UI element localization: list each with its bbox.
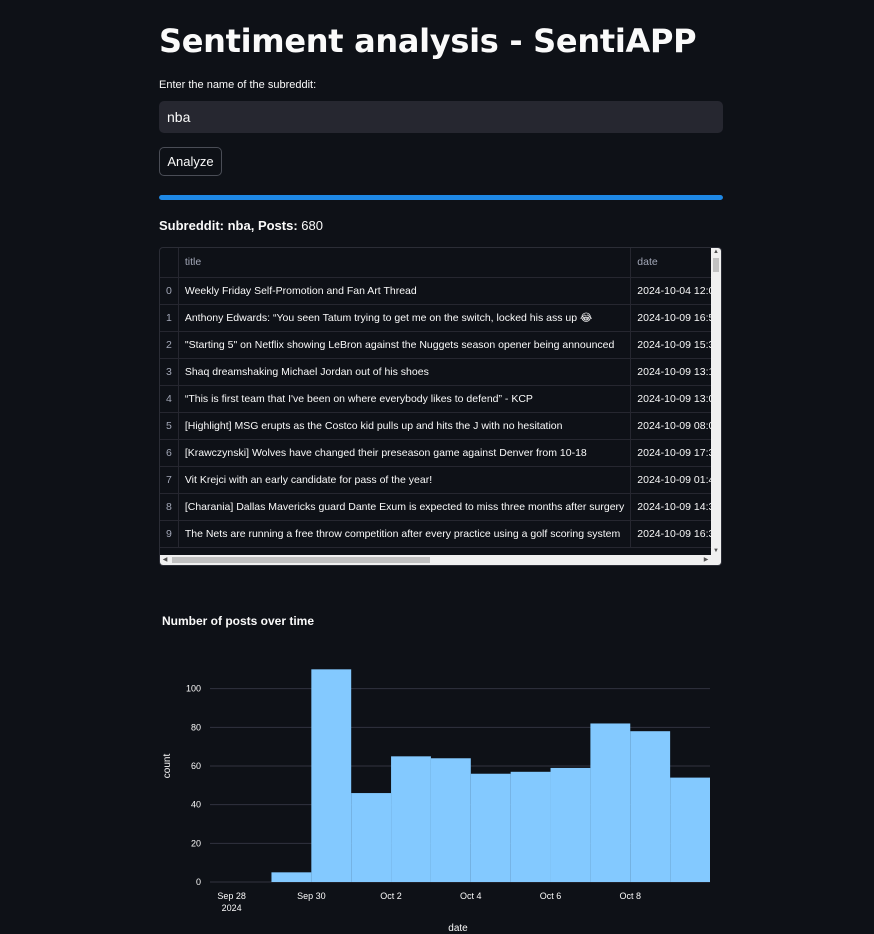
histogram-bar — [311, 669, 352, 882]
row-index-cell[interactable]: 3 — [160, 358, 179, 386]
table-row[interactable]: 8 [Charania] Dallas Mavericks guard Dante… — [160, 493, 721, 521]
date-cell[interactable]: 2024-10-09 13:01:55 — [630, 385, 721, 413]
histogram-bar — [430, 758, 471, 882]
result-summary-prefix: Subreddit: nba, Posts: — [159, 218, 302, 233]
date-cell[interactable]: 2024-10-09 01:47:36 — [630, 466, 721, 494]
table-row[interactable]: 0 Weekly Friday Self-Promotion and Fan Ar… — [160, 277, 721, 305]
row-index-cell[interactable]: 4 — [160, 385, 179, 413]
histogram-bar — [550, 767, 591, 882]
histogram-bar — [590, 723, 631, 882]
table-header-row: title date — [160, 248, 721, 278]
scroll-down-arrow-icon[interactable]: ▼ — [711, 547, 721, 555]
row-index-cell[interactable]: 8 — [160, 493, 179, 521]
date-cell[interactable]: 2024-10-09 08:08:34 — [630, 412, 721, 440]
x-axis-title: date — [448, 923, 468, 934]
table-row[interactable]: 6 [Krawczynski] Wolves have changed their… — [160, 439, 721, 467]
table-vertical-scrollbar[interactable]: ▲ ▼ — [711, 248, 721, 555]
scroll-left-arrow-icon[interactable]: ◀ — [160, 555, 170, 565]
post-count: 680 — [301, 218, 323, 233]
scroll-right-arrow-icon[interactable]: ▶ — [701, 555, 711, 565]
title-cell[interactable]: [Highlight] MSG erupts as the Costco kid… — [178, 412, 632, 440]
date-cell[interactable]: 2024-10-09 16:50:08 — [630, 304, 721, 332]
column-header-date[interactable]: date — [630, 248, 721, 278]
analyze-button[interactable]: Analyze — [159, 147, 222, 176]
date-cell[interactable]: 2024-10-09 15:31:10 — [630, 331, 721, 359]
table-row[interactable]: 3 Shaq dreamshaking Michael Jordan out of… — [160, 358, 721, 386]
row-index-cell[interactable]: 9 — [160, 520, 179, 548]
row-index-cell[interactable]: 6 — [160, 439, 179, 467]
date-cell[interactable]: 2024-10-09 16:39:43 — [630, 520, 721, 548]
title-cell[interactable]: “This is first team that I've been on wh… — [178, 385, 632, 413]
y-tick-label: 60 — [191, 761, 201, 771]
histogram-bar — [391, 756, 431, 882]
title-cell[interactable]: Shaq dreamshaking Michael Jordan out of … — [178, 358, 632, 386]
row-index-cell[interactable]: 1 — [160, 304, 179, 332]
row-index-cell[interactable]: 0 — [160, 277, 179, 305]
x-tick-label: Oct 4 — [460, 891, 482, 901]
posts-table[interactable]: title date 0 Weekly Friday Self-Promotion… — [159, 247, 722, 566]
subreddit-input-label: Enter the name of the subreddit: — [159, 79, 317, 91]
table-row[interactable]: 7 Vit Krejci with an early candidate for … — [160, 466, 721, 494]
scroll-up-arrow-icon[interactable]: ▲ — [711, 248, 721, 256]
progress-bar-fill — [159, 195, 723, 200]
subreddit-input[interactable]: nba — [159, 101, 723, 133]
y-tick-label: 40 — [191, 800, 201, 810]
subreddit-input-value: nba — [167, 109, 191, 125]
horizontal-scroll-thumb[interactable] — [172, 557, 430, 563]
x-tick-label: Sep 28 — [217, 891, 246, 901]
date-cell[interactable]: 2024-10-04 12:00:16 — [630, 277, 721, 305]
progress-bar — [159, 195, 723, 200]
title-cell[interactable]: Weekly Friday Self-Promotion and Fan Art… — [178, 277, 632, 305]
result-summary: Subreddit: nba, Posts: 680 — [159, 218, 323, 233]
table-row[interactable]: 2 "Starting 5" on Netflix showing LeBron … — [160, 331, 721, 359]
title-cell[interactable]: The Nets are running a free throw compet… — [178, 520, 632, 548]
date-cell[interactable]: 2024-10-09 13:17:14 — [630, 358, 721, 386]
x-tick-label: Sep 30 — [297, 891, 326, 901]
x-tick-year-label: 2024 — [222, 903, 242, 913]
title-cell[interactable]: "Starting 5" on Netflix showing LeBron a… — [178, 331, 632, 359]
vertical-scroll-thumb[interactable] — [713, 258, 719, 272]
date-cell[interactable]: 2024-10-09 17:30:55 — [630, 439, 721, 467]
title-cell[interactable]: [Krawczynski] Wolves have changed their … — [178, 439, 632, 467]
y-axis-title: count — [162, 754, 173, 779]
table-row[interactable]: 1 Anthony Edwards: “You seen Tatum trying… — [160, 304, 721, 332]
table-row[interactable]: 5 [Highlight] MSG erupts as the Costco ki… — [160, 412, 721, 440]
row-index-cell[interactable]: 2 — [160, 331, 179, 359]
histogram-bar — [670, 777, 710, 882]
chart-title: Number of posts over time — [162, 614, 315, 628]
title-cell[interactable]: [Charania] Dallas Mavericks guard Dante … — [178, 493, 632, 521]
table-horizontal-scrollbar[interactable]: ◀ ▶ — [160, 555, 721, 565]
x-tick-label: Oct 6 — [540, 891, 562, 901]
table-row[interactable]: 9 The Nets are running a free throw compe… — [160, 520, 721, 548]
date-cell[interactable]: 2024-10-09 14:39:15 — [630, 493, 721, 521]
row-index-cell[interactable]: 5 — [160, 412, 179, 440]
y-tick-label: 20 — [191, 838, 201, 848]
histogram-bar — [470, 773, 511, 882]
y-tick-label: 0 — [196, 877, 201, 887]
y-tick-label: 80 — [191, 722, 201, 732]
x-tick-label: Oct 2 — [380, 891, 402, 901]
histogram-bar — [510, 771, 551, 882]
y-tick-label: 100 — [186, 684, 201, 694]
title-cell[interactable]: Anthony Edwards: “You seen Tatum trying … — [178, 304, 632, 332]
x-tick-label: Oct 8 — [620, 891, 642, 901]
row-index-cell[interactable]: 7 — [160, 466, 179, 494]
title-cell[interactable]: Vit Krejci with an early candidate for p… — [178, 466, 632, 494]
page-title: Sentiment analysis - SentiAPP — [159, 22, 697, 60]
posts-over-time-chart: 0 20 40 60 80 100 Sep 28 2024 Sep 30 Oct 2 Oct 4 Oc… — [162, 669, 710, 934]
column-header-title[interactable]: title — [178, 248, 632, 278]
histogram-bar — [630, 731, 671, 882]
histogram-bar — [271, 872, 312, 882]
histogram-bar — [351, 793, 392, 882]
column-header-index[interactable] — [160, 248, 179, 278]
table-row[interactable]: 4 “This is first team that I've been on w… — [160, 385, 721, 413]
